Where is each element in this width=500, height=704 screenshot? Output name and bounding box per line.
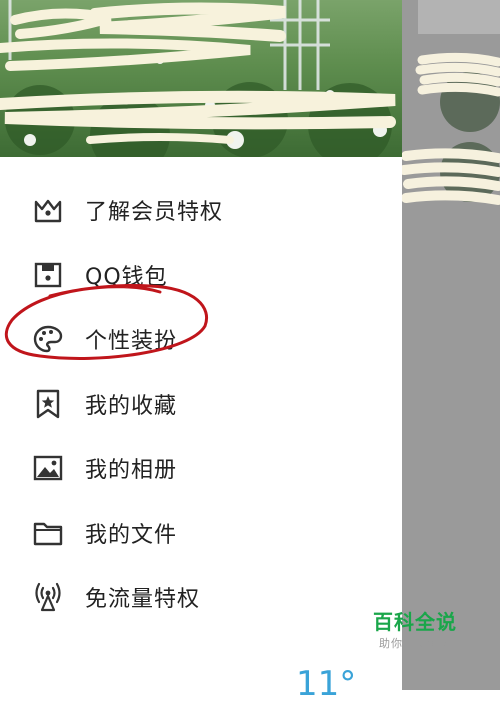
- signal-tower-icon: [31, 580, 65, 614]
- crown-icon: [31, 193, 65, 227]
- menu-label: 个性装扮: [85, 329, 178, 355]
- watermark-title: 百科全说: [373, 610, 457, 634]
- menu-item-personalization[interactable]: 个性装扮: [0, 307, 402, 372]
- menu-label: 我的收藏: [85, 393, 178, 419]
- watermark-subtitle: 助你轻松解决: [379, 637, 451, 650]
- weather-temperature: 11°: [296, 664, 357, 704]
- menu-label: QQ钱包: [85, 264, 168, 290]
- garden-background-image: [0, 0, 396, 157]
- menu-label: 免流量特权: [85, 587, 201, 613]
- baike-watermark: 百科全说 助你轻松解决: [360, 608, 470, 670]
- side-drawer: 了解会员特权 QQ钱包 个性装扮 我的收藏 我的相册 我的文件 免流量特权: [0, 0, 402, 690]
- menu-item-my-album[interactable]: 我的相册: [0, 436, 402, 501]
- menu-label: 我的文件: [85, 522, 178, 548]
- background-title-bar: [418, 0, 500, 34]
- menu-item-my-favorites[interactable]: 我的收藏: [0, 372, 402, 437]
- redacted-contact-name: [402, 148, 500, 205]
- palette-icon: [31, 322, 65, 356]
- redacted-contact-name: [415, 52, 500, 97]
- picture-icon: [31, 451, 65, 485]
- menu-label: 我的相册: [85, 458, 178, 484]
- bookmark-star-icon: [31, 387, 65, 421]
- menu-label: 了解会员特权: [85, 200, 224, 226]
- drawer-menu: 了解会员特权 QQ钱包 个性装扮 我的收藏 我的相册 我的文件 免流量特权: [0, 178, 402, 630]
- menu-item-free-data[interactable]: 免流量特权: [0, 565, 402, 630]
- menu-item-qq-wallet[interactable]: QQ钱包: [0, 243, 402, 308]
- menu-item-vip-privileges[interactable]: 了解会员特权: [0, 178, 402, 243]
- folder-icon: [31, 516, 65, 550]
- menu-item-my-files[interactable]: 我的文件: [0, 501, 402, 566]
- profile-header[interactable]: [0, 0, 402, 157]
- wallet-icon: [31, 258, 65, 292]
